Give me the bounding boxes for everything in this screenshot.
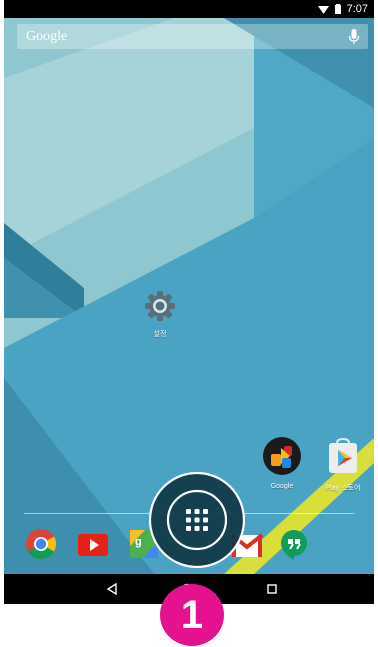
battery-icon xyxy=(334,4,341,14)
step-number: 1 xyxy=(180,592,204,637)
status-bar: 7:07 xyxy=(4,0,374,18)
mic-icon[interactable] xyxy=(348,28,360,45)
recents-button[interactable] xyxy=(252,574,292,604)
wifi-icon xyxy=(317,5,329,14)
hangouts-icon xyxy=(281,530,307,560)
home-icon-play-store[interactable]: Play 스토어 xyxy=(318,436,368,493)
step-number-badge: 1 xyxy=(156,584,228,646)
app-drawer-icon xyxy=(148,471,246,569)
status-time: 7:07 xyxy=(346,3,368,15)
back-icon xyxy=(106,583,117,595)
home-icon-label: Play 스토어 xyxy=(325,485,361,492)
back-button[interactable] xyxy=(92,574,132,604)
app-drawer-button[interactable] xyxy=(148,471,246,569)
google-folder-icon xyxy=(263,437,301,475)
home-icon-google[interactable]: Google xyxy=(260,436,304,490)
play-store-icon xyxy=(329,437,357,473)
home-icon-label: 설정 xyxy=(153,331,167,338)
dock-item-youtube[interactable] xyxy=(77,528,109,560)
dock-item-hangouts[interactable] xyxy=(278,528,310,560)
youtube-icon xyxy=(78,534,108,556)
dock-item-chrome[interactable] xyxy=(25,528,57,560)
settings-gear-icon xyxy=(145,291,175,321)
chrome-icon xyxy=(26,529,57,560)
home-icon-label: Google xyxy=(270,483,294,490)
phone-screen: 7:07 Google 설정 Google Play 스토어 g xyxy=(4,0,374,604)
recents-icon xyxy=(267,584,277,594)
google-search-logo: Google xyxy=(26,28,68,44)
home-icon-settings[interactable]: 설정 xyxy=(140,290,180,339)
svg-text:g: g xyxy=(135,536,142,548)
google-search-bar[interactable]: Google xyxy=(17,24,368,49)
